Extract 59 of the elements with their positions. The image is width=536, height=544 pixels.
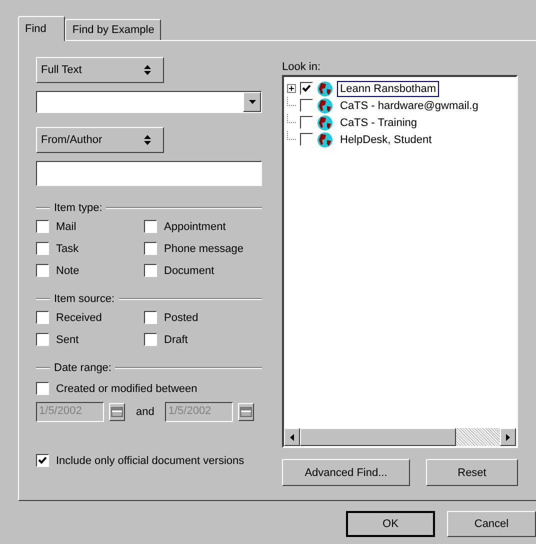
date-separator: and [136,406,154,418]
expand-icon[interactable] [287,84,296,93]
scroll-right-icon[interactable] [500,428,516,446]
checkbox[interactable] [36,382,49,395]
globe-icon [317,98,333,114]
panel-button[interactable]: Reset [426,459,518,486]
spinner-icon [144,65,151,75]
tree-line [287,114,296,123]
dropdown[interactable]: Full Text [36,57,164,83]
globe-icon [317,132,333,148]
tree-item[interactable]: CaTS - Training [337,114,420,130]
dialog-button[interactable]: OK [346,511,435,537]
spinner-icon [144,135,151,145]
checkbox-label: Sent [56,334,79,346]
checkbox-label: Phone message [164,242,244,254]
checkbox[interactable] [144,333,157,346]
calendar-icon[interactable] [109,403,125,421]
checkbox[interactable] [36,454,49,467]
calendar-icon[interactable] [238,403,254,421]
checkbox[interactable] [144,264,157,277]
checkbox[interactable] [36,264,49,277]
dialog-button[interactable]: Cancel [447,511,536,537]
checkbox[interactable] [144,311,157,324]
checkbox-label: Received [56,312,102,324]
checkbox[interactable] [36,220,49,233]
tree-item[interactable]: CaTS - hardware@gwmail.g [337,98,482,114]
checkbox-label: Posted [164,312,198,324]
checkbox-label: Include only official document versions [56,454,244,466]
scroll-left-icon[interactable] [284,428,300,446]
scroll-thumb[interactable] [300,428,456,446]
globe-icon [317,114,333,130]
group-title: Item source: [54,293,115,305]
checkbox[interactable] [36,333,49,346]
checkbox-label: Appointment [164,220,226,232]
tab[interactable]: Find [18,16,66,41]
checkbox[interactable] [144,242,157,255]
look-in-label: Look in: [282,61,322,75]
checkbox-label: Mail [56,220,76,232]
panel-button[interactable]: Advanced Find... [282,459,410,486]
tree-line [287,131,296,140]
checkbox-label: Created or modified between [56,382,198,394]
checkbox-label: Note [56,264,80,276]
checkbox-label: Task [56,242,79,254]
dropdown[interactable]: From/Author [36,127,164,153]
tree-line [287,97,296,106]
tree-item[interactable]: Leann Ransbotham [337,80,440,96]
tab[interactable]: Find by Example [65,19,162,40]
horizontal-scrollbar[interactable] [284,428,516,446]
checkbox-label: Document [164,264,214,276]
checkbox[interactable] [144,220,157,233]
checkbox-label: Draft [164,334,188,346]
group-title: Item type: [54,202,102,214]
tree-item[interactable]: HelpDesk, Student [337,132,435,148]
checkbox[interactable] [36,242,49,255]
text-field[interactable] [36,161,262,186]
group-title: Date range: [54,362,112,374]
globe-icon [317,80,333,96]
combo-box[interactable] [36,91,262,113]
checkbox[interactable] [36,311,49,324]
